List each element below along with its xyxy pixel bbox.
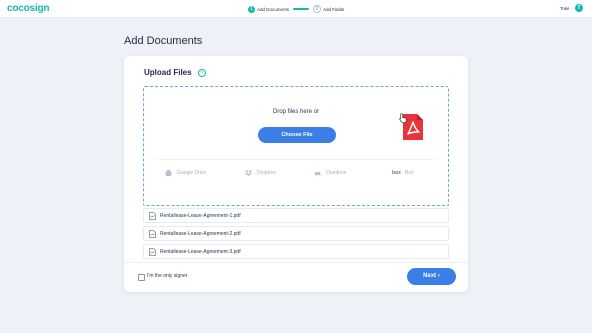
upload-files-title: Upload Files <box>144 68 192 77</box>
help-icon[interactable]: ? <box>198 69 206 77</box>
upload-card: Upload Files ? Drop files here or Choose… <box>124 56 468 292</box>
choose-file-button[interactable]: Choose File <box>258 127 336 143</box>
dropbox-option[interactable]: Dropbox <box>245 170 276 176</box>
box-option[interactable]: box Box <box>392 170 414 176</box>
file-dropzone[interactable]: Drop files here or Choose File Google Dr… <box>143 86 449 206</box>
file-list-item[interactable]: Rentallease-Lease-Agreement-1.pdf <box>143 208 449 223</box>
box-icon: box <box>392 170 401 176</box>
step-2-indicator: 2 <box>313 5 322 13</box>
page-title: Add Documents <box>124 35 203 47</box>
step-2-label: Add Fields <box>323 6 345 12</box>
file-name: Rentallease-Lease-Agreement-1.pdf <box>160 212 241 219</box>
onedrive-icon <box>314 171 321 176</box>
dropzone-divider <box>158 159 434 160</box>
onedrive-label: Onedrive <box>326 170 347 176</box>
file-icon <box>149 229 156 238</box>
top-navigation-bar: cocosign 1 Add Documents 2 Add Fields To… <box>0 0 592 18</box>
file-icon <box>149 247 156 256</box>
only-signer-label[interactable]: I'm the only signer <box>147 273 187 279</box>
dropbox-label: Dropbox <box>257 170 276 176</box>
file-list-item[interactable]: Rentallease-Lease-Agreement-2.pdf <box>143 226 449 241</box>
onedrive-option[interactable]: Onedrive <box>314 170 346 176</box>
next-button[interactable]: Next › <box>407 268 456 285</box>
user-name[interactable]: Toke <box>560 6 570 11</box>
google-drive-label: Google Drive <box>177 170 207 176</box>
box-label: Box <box>404 170 414 176</box>
only-signer-checkbox[interactable] <box>138 274 145 281</box>
avatar[interactable]: T <box>575 4 583 12</box>
card-footer-divider <box>124 262 468 263</box>
file-list-item[interactable]: Rentallease-Lease-Agreement-3.pdf <box>143 244 449 259</box>
cocosign-logo[interactable]: cocosign <box>7 3 49 14</box>
step-connector <box>293 8 310 10</box>
google-drive-icon <box>165 170 172 176</box>
hand-cursor-icon <box>399 113 407 123</box>
progress-steps: 1 Add Documents 2 Add Fields <box>248 5 344 13</box>
file-name: Rentallease-Lease-Agreement-2.pdf <box>160 230 241 237</box>
dropbox-icon <box>245 170 252 176</box>
file-icon <box>149 211 156 220</box>
google-drive-option[interactable]: Google Drive <box>165 170 206 176</box>
file-name: Rentallease-Lease-Agreement-3.pdf <box>160 248 241 255</box>
step-1-indicator: 1 <box>248 5 255 13</box>
step-1-label: Add Documents <box>257 6 290 12</box>
